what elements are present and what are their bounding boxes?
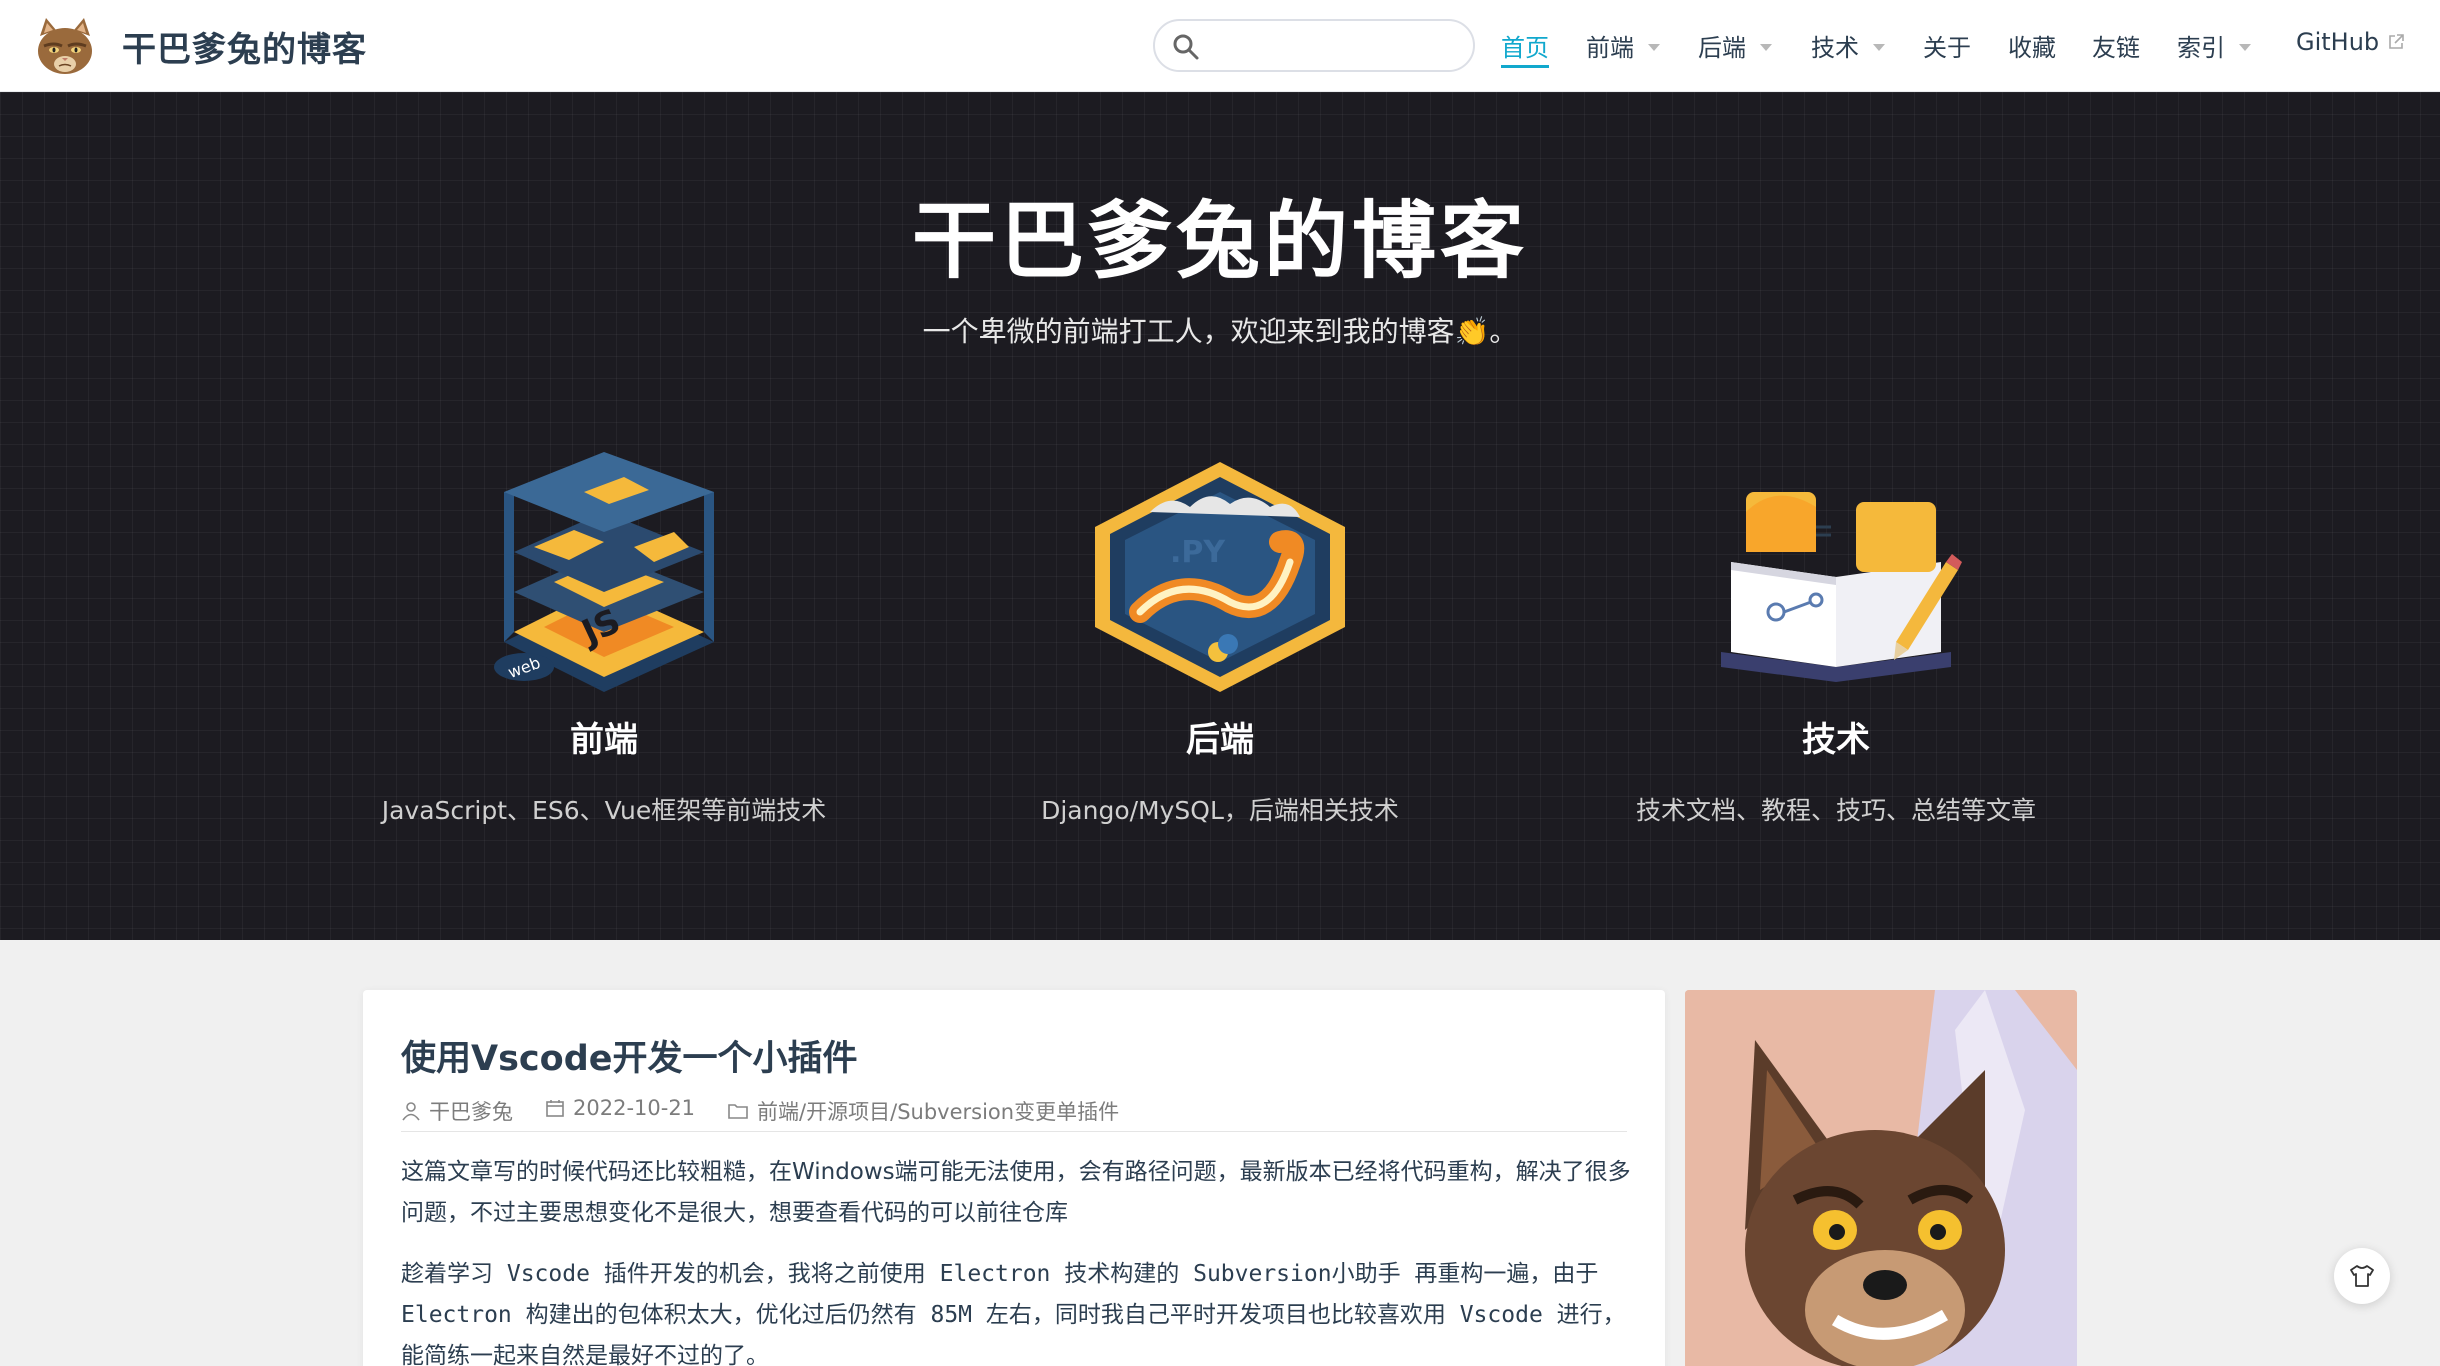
feature-tech[interactable]: 技术 技术文档、教程、技巧、总结等文章 <box>1536 452 2136 827</box>
user-icon <box>402 1102 420 1121</box>
nav-backend[interactable]: 后端 <box>1698 28 1772 63</box>
shirt-icon <box>2350 1265 2374 1287</box>
search-input[interactable] <box>1211 29 1461 63</box>
external-link-icon <box>2389 34 2404 49</box>
open-book-pencil-icon <box>1721 492 1962 682</box>
post-date: 2022-10-21 <box>545 1096 695 1120</box>
nav-favorites[interactable]: 收藏 <box>2008 28 2056 63</box>
python-snake-icon: .PY <box>1095 462 1345 692</box>
feature-frontend[interactable]: JS web 前端 JavaScript、ES6、Vue框架等前端技术 <box>304 452 904 827</box>
post-excerpt: 这篇文章写的时候代码还比较粗糙，在Windows端可能无法使用，会有路径问题，最… <box>401 1152 1631 1366</box>
feature-title: 前端 <box>570 720 638 760</box>
feature-title: 技术 <box>1802 720 1870 760</box>
folder-icon <box>728 1104 748 1119</box>
nav-about[interactable]: 关于 <box>1923 28 1971 63</box>
search-icon <box>1173 34 1199 60</box>
feature-title: 后端 <box>1186 720 1254 760</box>
hero-title: 干巴爹兔的博客 <box>911 192 1528 290</box>
post-meta: 干巴爹兔 2022-10-21 前端/开源项目/Subversion变更单插件 <box>401 1096 1627 1132</box>
chevron-down-icon <box>1873 43 1885 51</box>
site-name[interactable]: 干巴爹兔的博客 <box>122 22 367 71</box>
calendar-icon <box>546 1100 564 1117</box>
theme-button[interactable] <box>2334 1248 2390 1304</box>
nav-home[interactable]: 首页 <box>1501 28 1549 68</box>
javascript-web-stack-icon: JS web <box>494 452 714 692</box>
avatar-card <box>1685 990 2077 1366</box>
feature-description: Django/MySQL，后端相关技术 <box>1041 796 1399 825</box>
nav-frontend[interactable]: 前端 <box>1586 28 1660 63</box>
nav-index[interactable]: 索引 <box>2177 28 2251 63</box>
svg-text:.PY: .PY <box>1170 535 1226 570</box>
chevron-down-icon <box>1760 43 1772 51</box>
feature-backend[interactable]: .PY 后端 Django/MySQL，后端相关技术 <box>920 452 1520 827</box>
post-title[interactable]: 使用Vscode开发一个小插件 <box>401 1030 858 1081</box>
nav-github[interactable]: GitHub <box>2296 28 2405 56</box>
hero-description: 一个卑微的前端打工人，欢迎来到我的博客👏。 <box>922 315 1518 348</box>
feature-description: JavaScript、ES6、Vue框架等前端技术 <box>381 796 827 825</box>
navbar: 干巴爹兔的博客 首页 前端 后端 技术 关于 收藏 友链 索引 GitHub <box>0 0 2440 92</box>
chevron-down-icon <box>2239 43 2251 51</box>
feature-description: 技术文档、教程、技巧、总结等文章 <box>1635 796 2036 825</box>
wolf-avatar-illustration <box>1685 990 2077 1366</box>
nav-tech[interactable]: 技术 <box>1811 28 1885 63</box>
nav-friend-links[interactable]: 友链 <box>2092 28 2140 63</box>
post-categories[interactable]: 前端/开源项目/Subversion变更单插件 <box>727 1096 1119 1126</box>
post-paragraph: 这篇文章写的时候代码还比较粗糙，在Windows端可能无法使用，会有路径问题，最… <box>401 1159 1631 1226</box>
post-paragraph: 趁着学习 Vscode 插件开发的机会，我将之前使用 Electron 技术构建… <box>401 1261 1626 1366</box>
chevron-down-icon <box>1648 43 1660 51</box>
hero-banner: 干巴爹兔的博客 一个卑微的前端打工人，欢迎来到我的博客👏。 JS web 前端 … <box>0 92 2440 940</box>
cat-logo-icon[interactable] <box>34 16 96 78</box>
post-author[interactable]: 干巴爹兔 <box>401 1096 513 1126</box>
search-box[interactable] <box>1153 19 1475 72</box>
post-card: 使用Vscode开发一个小插件 干巴爹兔 2022-10-21 前端/开源项目/… <box>363 990 1665 1366</box>
